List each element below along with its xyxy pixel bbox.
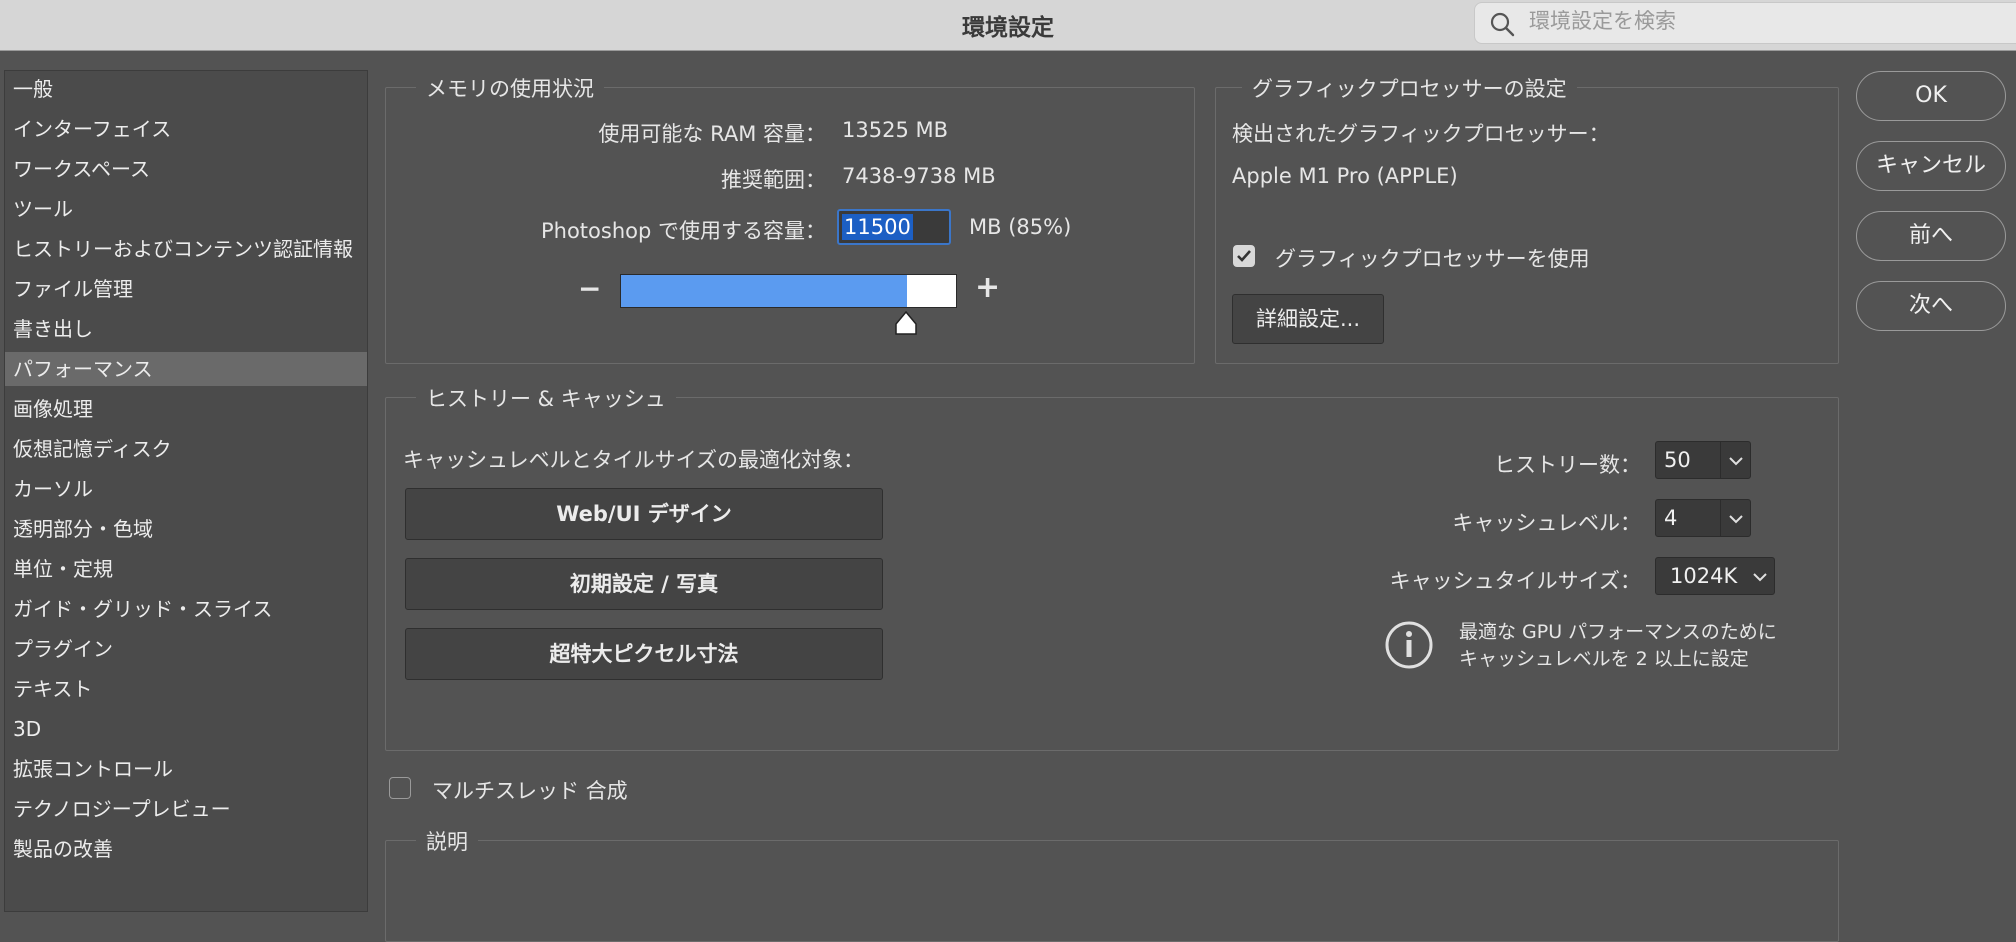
optimize-label: キャッシュレベルとタイルサイズの最適化対象：: [403, 448, 864, 472]
sidebar-item[interactable]: プラグイン: [5, 632, 367, 666]
default-photo-button[interactable]: 初期設定 / 写真: [405, 558, 883, 610]
sidebar-item[interactable]: 仮想記憶ディスク: [5, 432, 367, 466]
memory-slider-fill: [621, 275, 907, 307]
memory-slider[interactable]: [620, 274, 957, 308]
cache-level-label: キャッシュレベル：: [1452, 511, 1641, 535]
photoshop-use-label: Photoshop で使用する容量：: [540, 219, 826, 243]
sidebar-item[interactable]: パフォーマンス: [5, 352, 367, 386]
search-box[interactable]: [1474, 2, 2016, 44]
ok-button[interactable]: OK: [1856, 71, 2006, 121]
cache-level-dropdown[interactable]: [1720, 500, 1751, 536]
memory-unit: MB (85%): [969, 215, 1072, 239]
multithread-checkbox[interactable]: [389, 777, 411, 799]
cache-tile-size-select[interactable]: 1024K: [1655, 557, 1775, 595]
cache-tile-size-label: キャッシュタイルサイズ：: [1389, 569, 1641, 593]
cancel-button[interactable]: キャンセル: [1856, 141, 2006, 191]
previous-button[interactable]: 前へ: [1856, 211, 2006, 261]
info-text-line2: キャッシュレベルを 2 以上に設定: [1459, 648, 1749, 670]
cache-level-combobox[interactable]: 4: [1655, 499, 1751, 537]
sidebar-item[interactable]: ファイル管理: [5, 272, 367, 306]
sidebar-item[interactable]: 製品の改善: [5, 832, 367, 866]
gpu-detected-label: 検出されたグラフィックプロセッサー：: [1232, 122, 1610, 146]
memory-group-title: メモリの使用状況: [416, 73, 604, 103]
sidebar-item[interactable]: ワークスペース: [5, 152, 367, 186]
ram-label: 使用可能な RAM 容量：: [598, 122, 826, 146]
search-input[interactable]: [1527, 8, 2011, 34]
sidebar-item[interactable]: テクノロジープレビュー: [5, 792, 367, 826]
slider-handle-icon[interactable]: [894, 310, 918, 336]
history-states-value: 50: [1664, 448, 1691, 472]
decrease-memory-button[interactable]: −: [578, 272, 601, 305]
sidebar-item[interactable]: 透明部分・色域: [5, 512, 367, 546]
range-value: 7438-9738 MB: [842, 164, 996, 188]
cache-tile-size-value: 1024K: [1670, 564, 1738, 588]
sidebar-item[interactable]: 書き出し: [5, 312, 367, 346]
sidebar-item[interactable]: 拡張コントロール: [5, 752, 367, 786]
search-icon: [1490, 12, 1515, 37]
advanced-settings-button[interactable]: 詳細設定...: [1232, 294, 1384, 344]
range-label: 推奨範囲：: [721, 168, 826, 192]
preferences-sidebar: 一般インターフェイス ワークスペース ツールヒストリーおよびコンテンツ認証情報 ファイ…: [4, 70, 368, 912]
checkmark-icon: [1237, 250, 1251, 262]
web-ui-design-button[interactable]: Web/UI デザイン: [405, 488, 883, 540]
chevron-down-icon: [1729, 457, 1743, 466]
history-states-combobox[interactable]: 50: [1655, 441, 1751, 479]
history-states-dropdown[interactable]: [1720, 442, 1751, 478]
sidebar-item[interactable]: ツール: [5, 192, 367, 226]
ram-value: 13525 MB: [842, 118, 949, 142]
sidebar-item[interactable]: カーソル: [5, 472, 367, 506]
use-gpu-label: グラフィックプロセッサーを使用: [1275, 247, 1590, 271]
sidebar-item[interactable]: 単位・定規: [5, 552, 367, 586]
title-bar: 環境設定: [0, 0, 2016, 51]
chevron-down-icon: [1729, 515, 1743, 524]
sidebar-item[interactable]: ガイド・グリッド・スライス: [5, 592, 367, 626]
gpu-group-title: グラフィックプロセッサーの設定: [1242, 73, 1577, 103]
gpu-name: Apple M1 Pro (APPLE): [1232, 164, 1458, 188]
info-text-line1: 最適な GPU パフォーマンスのために: [1459, 621, 1777, 643]
history-states-label: ヒストリー数：: [1494, 453, 1641, 477]
use-gpu-checkbox[interactable]: [1233, 245, 1255, 267]
memory-input[interactable]: 11500: [837, 209, 951, 245]
description-title: 説明: [416, 826, 478, 856]
sidebar-item[interactable]: テキスト: [5, 672, 367, 706]
multithread-label: マルチスレッド 合成: [432, 779, 628, 803]
description-group: 説明: [385, 826, 1839, 942]
cache-level-value: 4: [1664, 506, 1678, 530]
info-icon: [1385, 621, 1433, 669]
sidebar-item[interactable]: インターフェイス: [5, 112, 367, 146]
history-cache-title: ヒストリー & キャッシュ: [416, 383, 676, 413]
sidebar-item[interactable]: 画像処理: [5, 392, 367, 426]
memory-input-value: 11500: [842, 214, 913, 240]
increase-memory-button[interactable]: +: [975, 270, 1000, 305]
huge-pixel-dimensions-button[interactable]: 超特大ピクセル寸法: [405, 628, 883, 680]
chevron-down-icon: [1753, 573, 1767, 582]
sidebar-item[interactable]: 一般: [5, 72, 367, 106]
sidebar-item[interactable]: ヒストリーおよびコンテンツ認証情報: [5, 232, 367, 266]
sidebar-item[interactable]: 3D: [5, 712, 367, 746]
next-button[interactable]: 次へ: [1856, 281, 2006, 331]
